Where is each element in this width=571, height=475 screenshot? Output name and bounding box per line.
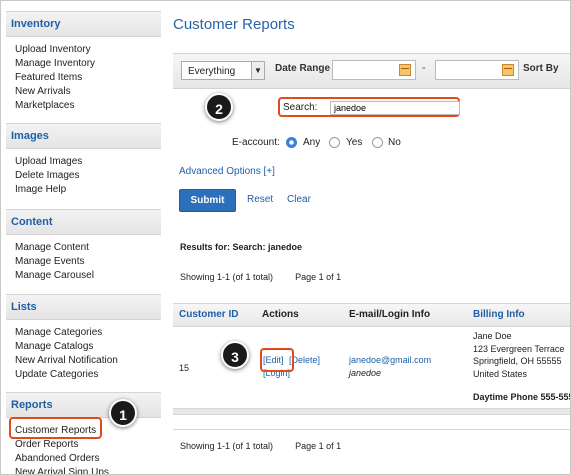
eaccount-yes-label: Yes [346, 137, 363, 148]
scope-select[interactable]: Everything ▼ [181, 61, 265, 80]
eaccount-any-radio[interactable] [286, 137, 297, 148]
sidebar-item-upload-images[interactable]: Upload Images [15, 155, 161, 169]
col-email-login: E-mail/Login Info [349, 309, 431, 320]
sort-by-label: Sort By [523, 63, 559, 74]
sidebar-item-manage-events[interactable]: Manage Events [15, 255, 161, 269]
sidebar-item-upload-inventory[interactable]: Upload Inventory [15, 43, 161, 57]
sidebar-section-images: Images Upload Images Delete Images Image… [6, 123, 161, 197]
email-link[interactable]: janedoe@gmail.com [349, 355, 431, 365]
search-input[interactable] [330, 101, 460, 115]
search-field-highlight: Search: [278, 97, 460, 117]
date-range-dash: - [422, 62, 426, 74]
sidebar-item-order-reports[interactable]: Order Reports [15, 438, 161, 452]
sidebar-item-new-arrival-sign-ups[interactable]: New Arrival Sign Ups [15, 466, 161, 474]
sidebar-section-lists: Lists Manage Categories Manage Catalogs … [6, 294, 161, 382]
daytime-phone: Daytime Phone 555-5555 [473, 392, 571, 402]
col-billing-info[interactable]: Billing Info [473, 309, 525, 320]
sidebar-heading-content[interactable]: Content [6, 209, 161, 235]
date-from-input[interactable] [332, 60, 416, 80]
table-bottom-divider [173, 429, 570, 430]
sidebar-heading-images[interactable]: Images [6, 123, 161, 149]
sidebar-item-delete-images[interactable]: Delete Images [15, 169, 161, 183]
sidebar: Inventory Upload Inventory Manage Invent… [1, 1, 163, 474]
sidebar-heading-reports[interactable]: Reports [6, 392, 161, 418]
col-actions: Actions [262, 309, 299, 320]
edit-link-highlight [260, 348, 294, 372]
sidebar-section-inventory: Inventory Upload Inventory Manage Invent… [6, 11, 161, 113]
date-to-input[interactable] [435, 60, 519, 80]
eaccount-no-radio[interactable] [372, 137, 383, 148]
showing-text: Showing 1-1 (of 1 total) [180, 272, 274, 282]
step-badge-3: 3 [221, 341, 249, 369]
chevron-down-icon: ▼ [251, 62, 264, 79]
calendar-icon[interactable] [502, 64, 514, 76]
sidebar-item-image-help[interactable]: Image Help [15, 183, 161, 197]
step-badge-2: 2 [205, 93, 233, 121]
billing-name: Jane Doe [473, 331, 512, 341]
calendar-icon[interactable] [399, 64, 411, 76]
showing-count-top: Showing 1-1 (of 1 total) Page 1 of 1 [180, 272, 341, 282]
sidebar-heading-inventory[interactable]: Inventory [6, 11, 161, 37]
page-text: Page 1 of 1 [295, 272, 342, 282]
submit-button[interactable]: Submit [179, 189, 236, 212]
sidebar-item-new-arrivals[interactable]: New Arrivals [15, 85, 161, 99]
table-row-separator [173, 408, 570, 415]
sidebar-item-abandoned-orders[interactable]: Abandoned Orders [15, 452, 161, 466]
cell-customer-id: 15 [179, 363, 190, 373]
filter-bar: Everything ▼ Date Range - Sort By [173, 53, 570, 89]
clear-link[interactable]: Clear [287, 194, 311, 205]
sidebar-section-content: Content Manage Content Manage Events Man… [6, 209, 161, 283]
showing-count-bottom: Showing 1-1 (of 1 total) Page 1 of 1 [180, 441, 341, 451]
eaccount-any-label: Any [303, 137, 321, 148]
sidebar-item-manage-carousel[interactable]: Manage Carousel [15, 269, 161, 283]
search-label: Search: [283, 102, 318, 113]
app-window: Inventory Upload Inventory Manage Invent… [0, 0, 571, 475]
eaccount-label: E-account: [232, 137, 280, 148]
billing-street: 123 Evergreen Terrace [473, 344, 565, 354]
advanced-options-link[interactable]: Advanced Options [+] [179, 166, 275, 177]
sidebar-heading-lists[interactable]: Lists [6, 294, 161, 320]
sidebar-item-update-categories[interactable]: Update Categories [15, 368, 161, 382]
sidebar-item-manage-categories[interactable]: Manage Categories [15, 326, 161, 340]
showing-text: Showing 1-1 (of 1 total) [180, 441, 274, 451]
col-customer-id[interactable]: Customer ID [179, 309, 238, 320]
reset-link[interactable]: Reset [247, 194, 273, 205]
customer-reports-highlight [9, 417, 102, 439]
sidebar-item-new-arrival-notification[interactable]: New Arrival Notification [15, 354, 161, 368]
page-title: Customer Reports [173, 16, 295, 33]
sidebar-item-manage-content[interactable]: Manage Content [15, 241, 161, 255]
billing-city: Springfield, OH 55555 [473, 356, 562, 366]
page-text: Page 1 of 1 [295, 441, 342, 451]
eaccount-no-label: No [388, 137, 401, 148]
login-name: janedoe [349, 368, 382, 378]
scope-select-value: Everything [188, 66, 236, 77]
eaccount-yes-radio[interactable] [329, 137, 340, 148]
sidebar-item-featured-items[interactable]: Featured Items [15, 71, 161, 85]
date-range-label: Date Range [275, 63, 331, 74]
main-panel: Customer Reports Everything ▼ Date Range… [163, 1, 571, 474]
sidebar-item-marketplaces[interactable]: Marketplaces [15, 99, 161, 113]
results-table-header: Customer ID Actions E-mail/Login Info Bi… [173, 303, 570, 327]
billing-country: United States [473, 369, 528, 379]
results-for-text: Results for: Search: janedoe [180, 242, 303, 252]
step-badge-1: 1 [109, 399, 137, 427]
sidebar-item-manage-catalogs[interactable]: Manage Catalogs [15, 340, 161, 354]
sidebar-item-manage-inventory[interactable]: Manage Inventory [15, 57, 161, 71]
